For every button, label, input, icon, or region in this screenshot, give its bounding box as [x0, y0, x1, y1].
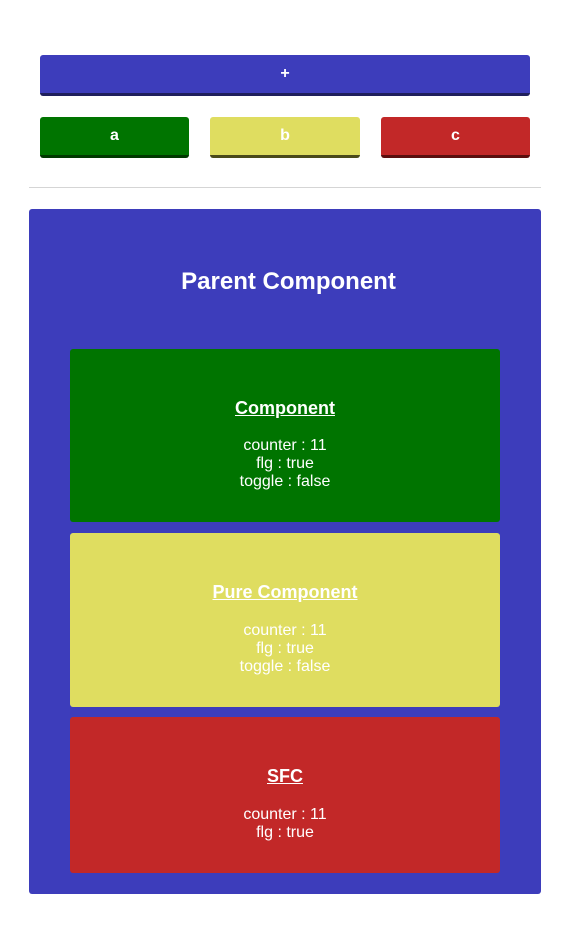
pure-component-card: Pure Component counter : 11 flg : true t…: [70, 533, 500, 707]
component-card-title: Component: [235, 398, 335, 418]
sfc-flg: flg : true: [256, 824, 314, 841]
sfc-card-title: SFC: [267, 766, 303, 786]
divider: [29, 187, 541, 188]
component-card-stats: counter : 11 flg : true toggle : false: [70, 437, 500, 491]
pure-component-toggle: toggle : false: [239, 658, 331, 675]
b-button[interactable]: b: [210, 117, 360, 158]
pure-component-card-title: Pure Component: [212, 582, 358, 602]
a-button[interactable]: a: [40, 117, 189, 158]
pure-component-flg: flg : true: [256, 640, 314, 657]
sfc-card-stats: counter : 11 flg : true: [70, 806, 500, 842]
component-toggle: toggle : false: [239, 473, 331, 490]
pure-component-card-stats: counter : 11 flg : true toggle : false: [70, 622, 500, 676]
component-flg: flg : true: [256, 455, 314, 472]
c-button[interactable]: c: [381, 117, 530, 158]
parent-component-title: Parent Component: [181, 268, 396, 295]
plus-button[interactable]: +: [40, 55, 530, 96]
component-card: Component counter : 11 flg : true toggle…: [70, 349, 500, 522]
sfc-counter: counter : 11: [243, 806, 327, 823]
component-counter: counter : 11: [243, 437, 327, 454]
sfc-card: SFC counter : 11 flg : true: [70, 717, 500, 873]
pure-component-counter: counter : 11: [243, 622, 327, 639]
